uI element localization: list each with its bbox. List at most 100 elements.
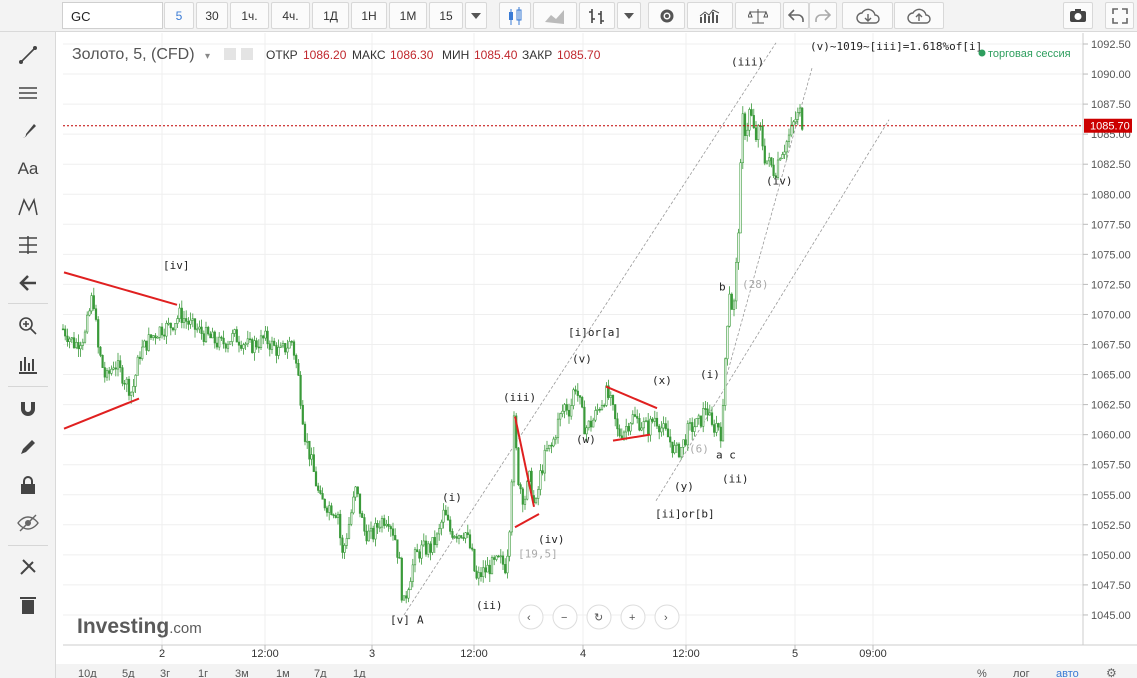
tools-settings[interactable] [8,552,48,582]
candle-body [669,436,672,443]
range-button[interactable]: 5д [122,668,135,678]
reset-icon: ↻ [594,612,603,624]
candle-body [682,439,685,448]
interval-1w[interactable]: 1Н [351,2,387,29]
candle-body [684,439,687,446]
percent-scale-toggle[interactable]: % [977,668,987,678]
save-layout-button[interactable] [894,2,944,29]
candle-body [231,333,234,342]
interval-30[interactable]: 30 [196,2,228,29]
brush-tool[interactable] [8,116,48,146]
range-button[interactable]: 10д [78,668,97,678]
visibility-square-icon[interactable] [241,48,253,60]
candle-body [70,337,73,340]
candle-body [317,485,320,491]
chart-type-dropdown[interactable] [617,2,641,29]
wave-label: (ii) [722,473,749,486]
indicators-button[interactable] [687,2,733,29]
candle-body [671,441,674,454]
range-button[interactable]: 1д [353,668,366,678]
bars-icon [589,8,604,24]
range-button[interactable]: 3г [160,668,170,678]
trendline-tool[interactable] [8,40,48,70]
candle-body [633,414,637,417]
redo-button[interactable] [809,2,837,29]
candle-body [592,419,595,428]
wave-label: (ii) [476,599,503,612]
interval-dropdown[interactable] [465,2,487,29]
pattern-tool[interactable] [8,192,48,222]
x-tick-label: 12:00 [460,648,488,660]
interval-4h[interactable]: 4ч. [271,2,310,29]
range-button[interactable]: 1м [276,668,290,678]
candle-body [127,378,131,396]
measure-tool[interactable] [8,349,48,379]
undo-button[interactable] [783,2,809,29]
back-tool[interactable] [8,268,48,298]
horizontal-lines-tool[interactable] [8,78,48,108]
zoom-tool[interactable] [8,311,48,341]
expand-icon [1111,7,1128,24]
compare-button[interactable] [735,2,781,29]
candle-body [706,408,709,416]
title-dropdown-icon[interactable]: ▾ [205,51,210,62]
interval-1m[interactable]: 1М [389,2,427,29]
auto-scale-toggle[interactable]: авто [1056,668,1079,678]
chart-canvas[interactable]: 1092.501090.001087.501085.001082.501080.… [0,0,1137,678]
screenshot-button[interactable] [1063,2,1093,29]
wave-label: A [417,613,424,626]
candle-body [363,517,366,532]
load-layout-button[interactable] [842,2,893,29]
lock-tool[interactable] [8,470,48,500]
text-tool[interactable]: Aa [8,154,48,184]
interval-custom[interactable]: 15 [429,2,463,29]
candle-body [409,581,412,591]
interval-1h[interactable]: 1ч. [230,2,269,29]
settings-square-icon[interactable] [224,48,236,60]
candle-body [308,440,311,460]
hide-drawings-tool[interactable] [8,508,48,538]
magnet-tool[interactable] [8,394,48,424]
chart-settings-gear-icon[interactable]: ⚙ [1106,666,1117,678]
candle-body [484,567,487,573]
range-button[interactable]: 7д [314,668,327,678]
candle-body [565,404,568,411]
chart-settings-button[interactable] [648,2,685,29]
log-scale-toggle[interactable]: лог [1013,668,1030,678]
candle-body [165,323,168,337]
candle-body [321,493,324,500]
candle-body [600,404,604,410]
interval-1d[interactable]: 1Д [312,2,349,29]
area-type-button[interactable] [533,2,577,29]
candle-body [647,420,650,436]
wave-label: (iii) [503,391,536,404]
candle-body [255,340,258,348]
candle-body [68,338,71,342]
range-button[interactable]: 1г [198,668,208,678]
y-tick-label: 1092.50 [1091,39,1131,51]
candle-body [537,489,540,499]
candle-body [92,295,95,310]
candle-body [273,340,276,346]
fullscreen-button[interactable] [1105,2,1134,29]
candle-body [429,543,432,553]
candles-type-button[interactable] [499,2,531,29]
candle-body [75,342,78,348]
candle-body [790,124,793,136]
candle-body [658,425,661,433]
range-button[interactable]: 3м [235,668,249,678]
candle-body [752,115,755,129]
candle-body [572,389,575,406]
interval-5[interactable]: 5 [164,2,194,29]
bars-type-button[interactable] [579,2,615,29]
candle-body [642,421,645,429]
fib-tool[interactable] [8,230,48,260]
symbol-input[interactable]: GC [62,2,163,29]
drawing-mode-tool[interactable] [8,432,48,462]
candle-body [275,345,278,356]
scroll-left-button[interactable] [518,604,544,630]
candle-body [563,404,566,412]
delete-drawings[interactable] [8,590,48,620]
candle-body [521,488,524,505]
tools-icon [20,559,36,575]
